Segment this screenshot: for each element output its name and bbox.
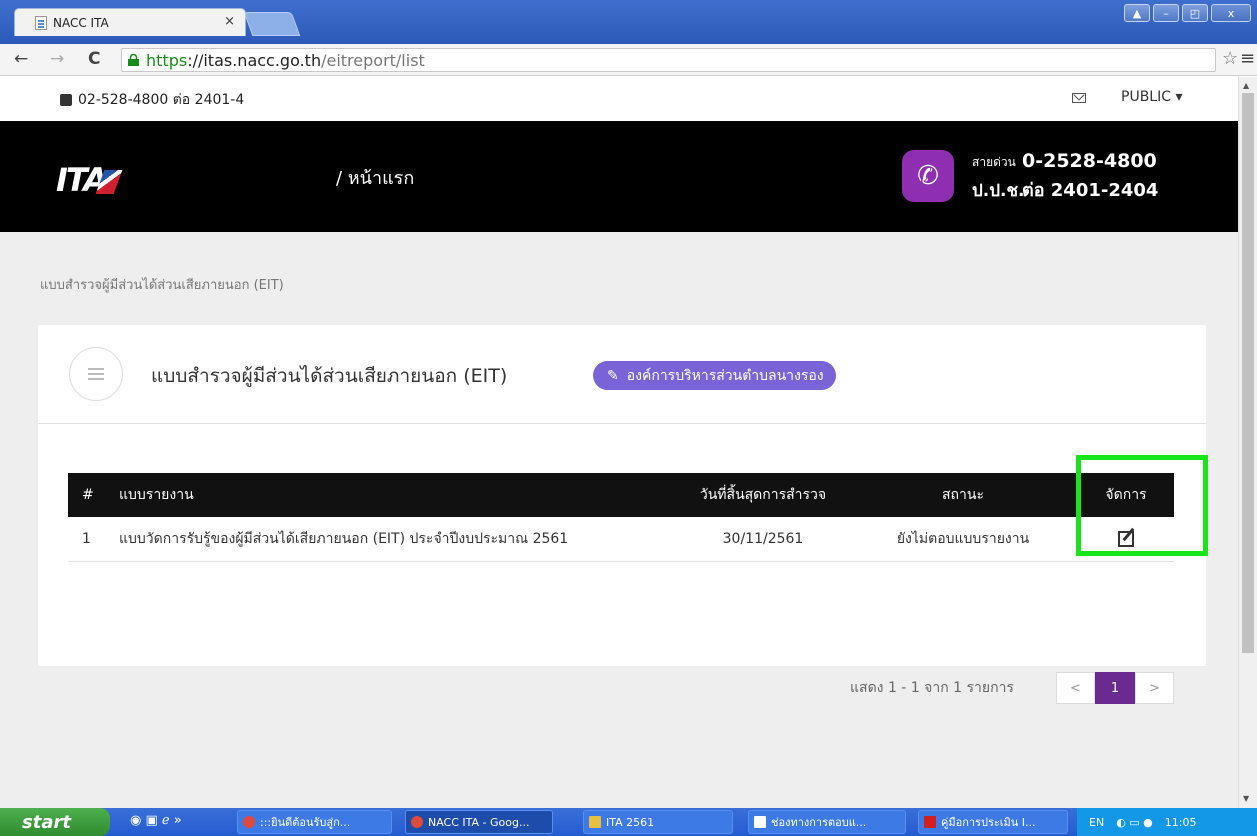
contact-phone-text: 02-528-4800 ต่อ 2401-4 — [78, 92, 245, 108]
card-header: แบบสำรวจผู้มีส่วนได้ส่วนเสียภายนอก (EIT)… — [38, 325, 1206, 424]
pencil-icon: ✎ — [607, 367, 619, 384]
pagination-info: แสดง 1 - 1 จาก 1 รายการ — [850, 680, 1014, 696]
chrome-icon — [411, 816, 423, 828]
back-arrow-icon[interactable]: ← — [14, 49, 28, 69]
chrome-menu-icon[interactable]: ≡ — [1240, 48, 1255, 69]
ita-logo[interactable]: ITA — [56, 161, 123, 199]
row-report-name: แบบวัดการรับรู้ของผู้มีส่วนได้เสียภายนอก… — [119, 530, 569, 547]
browser-tab[interactable]: NACC ITA × — [14, 8, 246, 36]
minimize-button[interactable]: – — [1153, 4, 1179, 22]
hotline-number: 0-2528-4800 — [1022, 150, 1157, 172]
page-viewport: 02-528-4800 ต่อ 2401-4 PUBLIC ▾ ITA / หน… — [0, 77, 1238, 808]
forward-arrow-icon[interactable]: → — [50, 49, 64, 69]
taskbar-item[interactable]: ช่องทางการตอบแ... — [748, 810, 906, 834]
quick-launch-icons[interactable]: ◉ ▣ ℯ » — [130, 813, 182, 828]
system-tray: EN ◐ ▭ ● 11:05 — [1077, 808, 1257, 836]
page-scrollbar[interactable]: ▲ ▼ — [1238, 77, 1257, 808]
scroll-up-icon[interactable]: ▲ — [1243, 81, 1249, 90]
folder-icon — [589, 816, 601, 828]
col-report: แบบรายงาน — [119, 487, 194, 503]
scroll-down-icon[interactable]: ▼ — [1243, 794, 1249, 803]
window-controls: ▲ – ◰ x — [1124, 4, 1251, 22]
phone-icon — [60, 94, 72, 106]
close-window-button[interactable]: x — [1211, 4, 1251, 22]
table-header-row: # แบบรายงาน วันที่สิ้นสุดการสำรวจ สถานะ … — [68, 473, 1174, 517]
clock: 11:05 — [1164, 815, 1197, 829]
col-end-date: วันที่สิ้นสุดการสำรวจ — [699, 487, 827, 503]
chrome-icon — [243, 816, 255, 828]
url-path: /eitreport/list — [321, 50, 425, 70]
org-badge-label: องค์การบริหารส่วนตำบลนางรอง — [626, 367, 824, 384]
menu-icon[interactable] — [69, 347, 123, 401]
new-tab-button[interactable] — [243, 12, 301, 36]
col-status: สถานะ — [942, 487, 984, 503]
bookmark-star-icon[interactable]: ☆ — [1222, 48, 1238, 69]
browser-titlebar: NACC ITA × ▲ – ◰ x — [0, 0, 1257, 44]
hotline-org: ป.ป.ช. — [972, 181, 1025, 201]
taskbar-item[interactable]: ITA 2561 — [583, 810, 733, 834]
url-field[interactable]: https://itas.nacc.go.th/eitreport/list — [121, 48, 1216, 72]
pagination: < 1 > — [1056, 672, 1174, 704]
taskbar-item-label: คู่มือการประเมิน I... — [941, 816, 1036, 829]
page-favicon-icon — [35, 15, 47, 30]
windows-taskbar: start ◉ ▣ ℯ » :::ยินดีต้อนรับสู่ก... NAC… — [0, 808, 1257, 836]
col-number: # — [82, 487, 94, 503]
language-indicator[interactable]: EN — [1089, 816, 1104, 829]
page-1-button[interactable]: 1 — [1095, 672, 1135, 704]
contact-phone: 02-528-4800 ต่อ 2401-4 — [60, 89, 244, 111]
tab-close-icon[interactable]: × — [224, 14, 235, 29]
row-status: ยังไม่ตอบแบบรายงาน — [896, 530, 1030, 547]
lock-icon — [128, 54, 139, 66]
word-doc-icon — [754, 816, 766, 828]
taskbar-item[interactable]: NACC ITA - Goog... — [405, 810, 553, 834]
prev-page-button[interactable]: < — [1056, 672, 1095, 704]
user-icon[interactable]: ▲ — [1124, 4, 1150, 22]
row-end-date: 30/11/2561 — [722, 530, 804, 547]
site-header: ITA / หน้าแรก ✆ สายด่วน 0-2528-4800 ป.ป.… — [0, 121, 1238, 232]
scrollbar-thumb[interactable] — [1242, 93, 1254, 653]
taskbar-item[interactable]: :::ยินดีต้อนรับสู่ก... — [237, 810, 392, 834]
taskbar-item-label: ช่องทางการตอบแ... — [771, 816, 867, 829]
org-badge[interactable]: ✎ องค์การบริหารส่วนตำบลนางรอง — [593, 361, 836, 390]
taskbar-item-label: :::ยินดีต้อนรับสู่ก... — [260, 816, 351, 829]
taskbar-item-label: NACC ITA - Goog... — [428, 815, 530, 829]
pdf-icon — [924, 816, 936, 828]
hotline-extension: ต่อ 2401-2404 — [1022, 180, 1159, 201]
address-bar-row: ← → C https://itas.nacc.go.th/eitreport/… — [0, 44, 1257, 76]
hotline-label: สายด่วน — [972, 155, 1016, 169]
public-dropdown[interactable]: PUBLIC ▾ — [1121, 89, 1182, 105]
hotline-phone-icon: ✆ — [902, 150, 954, 202]
url-host: ://itas.nacc.go.th — [187, 50, 322, 70]
taskbar-item-label: ITA 2561 — [606, 815, 655, 829]
mail-icon[interactable] — [1072, 93, 1086, 103]
page-breadcrumb: แบบสำรวจผู้มีส่วนได้ส่วนเสียภายนอก (EIT) — [40, 278, 284, 293]
header-breadcrumb[interactable]: / หน้าแรก — [336, 163, 414, 192]
table-row: 1 แบบวัดการรับรู้ของผู้มีส่วนได้เสียภายน… — [68, 517, 1174, 561]
next-page-button[interactable]: > — [1135, 672, 1174, 704]
row-number: 1 — [82, 530, 91, 547]
tray-icons[interactable]: ◐ ▭ ● — [1116, 816, 1153, 829]
reload-icon[interactable]: C — [88, 49, 100, 69]
report-table: # แบบรายงาน วันที่สิ้นสุดการสำรวจ สถานะ … — [68, 473, 1174, 562]
action-highlight-box — [1076, 455, 1208, 556]
taskbar-item[interactable]: คู่มือการประเมิน I... — [918, 810, 1068, 834]
maximize-button[interactable]: ◰ — [1182, 4, 1208, 22]
start-button[interactable]: start — [0, 808, 110, 836]
tab-title: NACC ITA — [53, 15, 109, 30]
survey-card: แบบสำรวจผู้มีส่วนได้ส่วนเสียภายนอก (EIT)… — [38, 325, 1206, 666]
card-title: แบบสำรวจผู้มีส่วนได้ส่วนเสียภายนอก (EIT) — [151, 365, 508, 387]
site-topbar: 02-528-4800 ต่อ 2401-4 PUBLIC ▾ — [0, 77, 1238, 121]
url-scheme: https — [146, 50, 188, 70]
